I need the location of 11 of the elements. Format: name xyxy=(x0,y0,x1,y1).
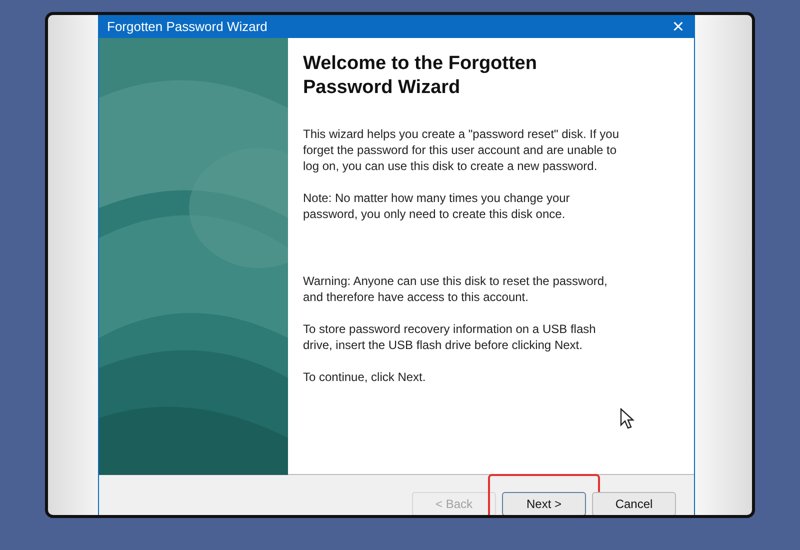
wizard-button[interactable]: Next > xyxy=(502,492,586,515)
paragraph: Warning: Anyone can use this disk to reset the password, and therefore have access to this account. xyxy=(303,273,608,305)
paragraph: This wizard helps you create a "password reset" disk. If you forget the password for this user account and are unable to log on, you can use this disk to create a new password. xyxy=(303,126,620,174)
paragraph: To store password recovery information on a USB flash drive, insert the USB flash drive before clicking Next. xyxy=(303,321,597,353)
paragraph: Note: No matter how many times you change your password, you only need to create this disk once. xyxy=(303,190,571,222)
paragraph: To continue, click Next. xyxy=(303,369,427,385)
close-button[interactable]: × xyxy=(670,16,686,36)
cursor-icon xyxy=(620,408,635,430)
wizard-button[interactable]: Cancel xyxy=(592,492,676,515)
wizard-heading: Welcome to the Forgotten Password Wizard xyxy=(303,52,538,100)
window-title: Forgotten Password Wizard xyxy=(107,19,268,34)
